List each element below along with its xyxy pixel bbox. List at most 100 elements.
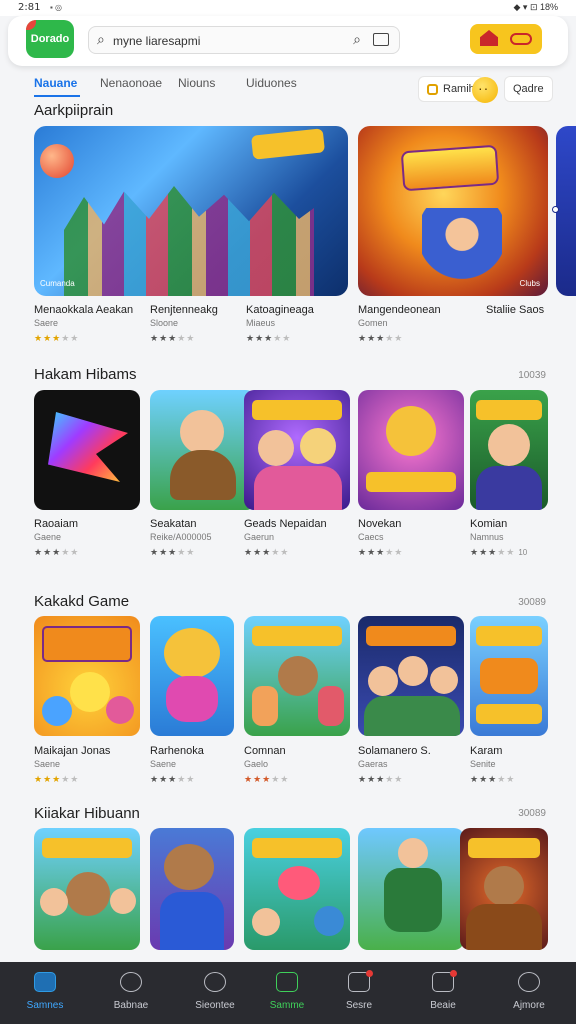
list-item[interactable]: Rarhenoka Saene ★★★★★	[150, 745, 240, 785]
app-subtitle: Gaeras	[358, 759, 388, 769]
app-tile[interactable]	[150, 390, 256, 510]
app-tile[interactable]	[470, 390, 548, 510]
game-logo	[366, 472, 456, 492]
emoji-icon[interactable]	[472, 77, 498, 103]
tab-fourth[interactable]: Uiduones	[246, 76, 297, 90]
featured-card-2[interactable]: Clubs	[358, 126, 548, 296]
search-submit-icon[interactable]: ⌕	[353, 31, 361, 48]
app-name: Solamanero S.	[358, 745, 431, 757]
app-logo[interactable]: Dorado	[26, 20, 74, 58]
rating-stars: ★★★★★	[34, 333, 80, 343]
featured-card-3-peek[interactable]	[556, 126, 576, 296]
game-logo	[250, 128, 326, 160]
list-item[interactable]: Novekan Caecs ★★★★★	[358, 518, 468, 558]
list-item[interactable]: Geads Nepaidan Gaerun ★★★★★	[244, 518, 354, 558]
list-item[interactable]: Karam Senite ★★★★★	[470, 745, 560, 785]
app-tile[interactable]	[460, 828, 548, 950]
app-tile[interactable]	[34, 616, 140, 736]
list-item[interactable]: Mangendeonean Gomen ★★★★★	[358, 304, 468, 344]
list-item[interactable]: Komian Namnus ★★★★★ 10	[470, 518, 560, 558]
tab-third[interactable]: Niouns	[178, 76, 215, 90]
tab-home[interactable]: Nauane	[34, 76, 77, 90]
character-art	[170, 450, 236, 500]
rating-stars: ★★★★★	[246, 333, 292, 343]
app-tile[interactable]	[34, 390, 140, 510]
app-name: Seakatan	[150, 518, 197, 530]
search-icon	[518, 972, 540, 992]
tab-second[interactable]: Nenaonoae	[100, 76, 162, 90]
rating-stars: ★★★★★	[150, 774, 196, 784]
app-tile[interactable]	[470, 616, 548, 736]
character-art	[110, 888, 136, 914]
list-item[interactable]: Renjtenneakg Sloone ★★★★★	[150, 304, 260, 344]
nav-item-home[interactable]: Samnes	[4, 962, 86, 1024]
featured-card-1[interactable]: Cumanda	[34, 126, 348, 296]
store-icon	[480, 30, 498, 46]
list-item[interactable]: Staliie Saos	[486, 304, 566, 316]
section-more[interactable]: 30089	[518, 808, 546, 819]
app-subtitle: Sloone	[150, 318, 179, 328]
list-item[interactable]: Solamanero S. Gaeras ★★★★★	[358, 745, 468, 785]
section-title-4: Kiiakar Hibuann	[34, 805, 140, 822]
rating-stars: ★★★★★	[358, 547, 404, 557]
app-subtitle: Gomen	[358, 318, 388, 328]
character-art	[160, 892, 224, 950]
app-name: Raoaiam	[34, 518, 79, 530]
character-art	[278, 866, 320, 900]
search-input[interactable]: ⌕ myne liaresapmi ⌕	[88, 26, 400, 54]
characters-art	[64, 186, 314, 296]
app-name: Comnan	[244, 745, 286, 757]
app-tile[interactable]	[358, 828, 464, 950]
app-tile[interactable]	[358, 616, 464, 736]
app-tile[interactable]	[244, 390, 350, 510]
character-art	[252, 686, 278, 726]
carousel-indicator	[552, 206, 559, 213]
rating-stars: ★★★★★	[150, 547, 196, 557]
app-name: Komian	[470, 518, 508, 530]
rating-stars: ★★★★★	[244, 774, 290, 784]
character-art	[318, 686, 344, 726]
nav-item-more[interactable]: Ajmore	[488, 962, 570, 1024]
chat-icon	[120, 972, 142, 992]
character-art	[166, 676, 218, 722]
list-item[interactable]: Katoagineaga Miaeus ★★★★★	[246, 304, 356, 344]
app-subtitle: Senite	[470, 759, 496, 769]
character-art	[398, 838, 428, 868]
section-more[interactable]: 30089	[518, 597, 546, 608]
list-item[interactable]: Menaokkala Aeakan Saere ★★★★★	[34, 304, 144, 344]
character-art	[66, 872, 110, 916]
nav-item-games[interactable]: Samme	[246, 962, 328, 1024]
promo-button[interactable]	[470, 24, 542, 54]
chip-qadre[interactable]: Qadre	[504, 76, 553, 102]
app-subtitle: Gaelo	[244, 759, 269, 769]
app-tile[interactable]	[150, 616, 234, 736]
app-tile[interactable]	[244, 616, 350, 736]
app-subtitle: Saere	[34, 318, 59, 328]
nav-item-search[interactable]: Sieontee	[174, 962, 256, 1024]
nav-item-apps[interactable]: Sesre	[318, 962, 400, 1024]
nav-item-people[interactable]: Beaie	[402, 962, 484, 1024]
nav-item-chat[interactable]: Babnae	[90, 962, 172, 1024]
tab-indicator	[34, 95, 80, 97]
section-title-featured: Aarkpiiprain	[34, 102, 114, 119]
character-art	[422, 208, 502, 296]
rating-count: 10	[518, 548, 528, 557]
app-tile[interactable]	[358, 390, 464, 510]
app-tile[interactable]	[244, 828, 350, 950]
app-tile[interactable]	[150, 828, 234, 950]
section-more[interactable]: 10039	[518, 370, 546, 381]
list-item[interactable]: Maikajan Jonas Saene ★★★★★	[34, 745, 144, 785]
character-art	[386, 406, 436, 456]
app-name: Katoagineaga	[246, 304, 314, 316]
decor-ball	[40, 144, 74, 178]
app-logo-art	[48, 412, 128, 482]
notification-dot	[366, 970, 373, 977]
voice-search-icon[interactable]	[373, 33, 389, 46]
app-tile[interactable]	[34, 828, 140, 950]
list-item[interactable]: Seakatan Reike/A000005 ★★★★★	[150, 518, 240, 558]
list-item[interactable]: Comnan Gaelo ★★★★★	[244, 745, 354, 785]
character-art	[258, 430, 294, 466]
list-item[interactable]: Raoaiam Gaene ★★★★★	[34, 518, 144, 558]
card-badge: Clubs	[519, 279, 540, 288]
games-icon	[276, 972, 298, 992]
